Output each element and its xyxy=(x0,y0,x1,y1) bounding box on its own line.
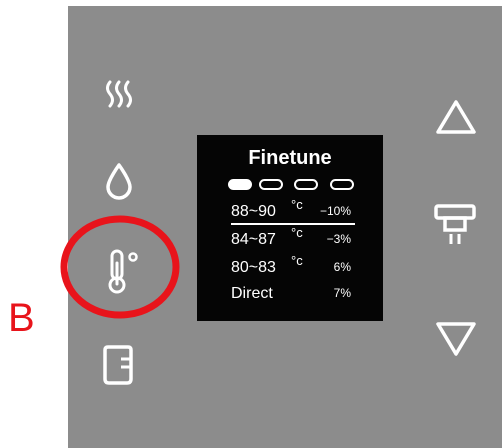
display-title: Finetune xyxy=(248,147,332,169)
temp-unit: °c xyxy=(291,253,303,268)
temp-range: Direct xyxy=(231,285,273,302)
arrow-down-icon[interactable] xyxy=(434,320,478,358)
temp-adjustment: 7% xyxy=(333,286,351,300)
steam-icon[interactable] xyxy=(102,78,136,110)
temp-range: 84~87 xyxy=(231,231,276,248)
temp-unit: °c xyxy=(291,225,303,240)
water-drop-icon[interactable] xyxy=(104,162,134,200)
temp-range: 88~90 xyxy=(231,203,276,220)
mode-indicator-2 xyxy=(259,179,283,190)
callout-letter: B xyxy=(8,296,35,340)
temp-adjustment: 6% xyxy=(333,260,351,274)
temp-adjustment: −3% xyxy=(326,232,351,246)
arrow-up-icon[interactable] xyxy=(434,98,478,136)
temp-range: 80~83 xyxy=(231,259,276,276)
highlight-circle xyxy=(60,215,180,319)
cup-icon[interactable] xyxy=(100,344,136,386)
display-screen: Finetune 88~90 °c −10% 84~87 °c −3% 80~8… xyxy=(197,135,383,321)
temp-adjustment: −10% xyxy=(319,204,351,218)
mode-indicator-1 xyxy=(228,179,252,190)
mode-indicator-3 xyxy=(294,179,318,190)
dispense-icon[interactable] xyxy=(432,202,478,248)
temp-unit: °c xyxy=(291,197,303,212)
mode-indicator-4 xyxy=(330,179,354,190)
